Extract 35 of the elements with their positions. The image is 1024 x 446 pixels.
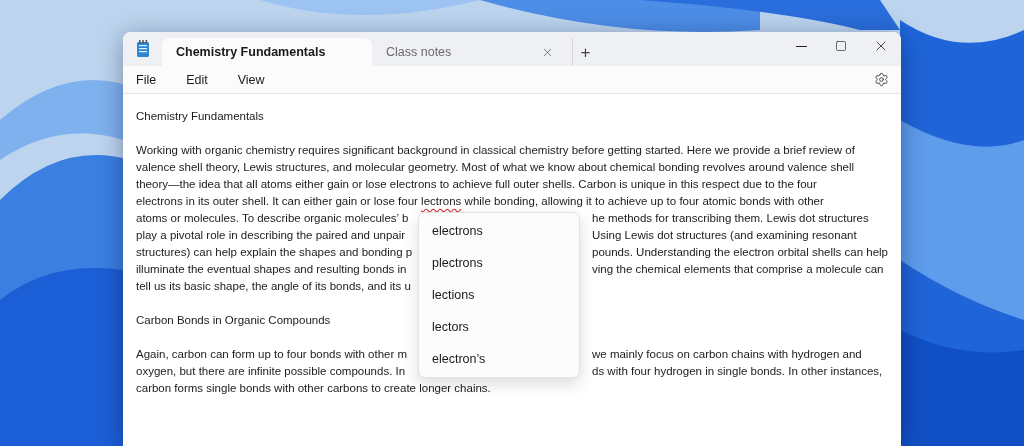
text-line: illuminate the eventual shapes and resulting bonds in bbox=[136, 262, 408, 277]
settings-button[interactable] bbox=[874, 72, 889, 87]
text-line: play a pivotal role in describing the paired and unpair bbox=[136, 228, 407, 243]
text-line: Carbon Bonds in Organic Compounds bbox=[136, 314, 331, 326]
text-line: theory—the idea that all atoms either gain or lose electrons to achieve full outer shells. Carbon is unique in this respect due to the four bbox=[136, 178, 817, 190]
suggestion-item[interactable]: electron’s bbox=[419, 343, 579, 375]
text-line: Using Lewis dot structures (and examining resonant bbox=[592, 228, 858, 243]
suggestion-item[interactable]: electrons bbox=[419, 215, 579, 247]
text-line: tell us its basic shape, the angle of its bonds, and its u bbox=[136, 279, 412, 294]
menu-item[interactable]: View bbox=[229, 68, 273, 91]
tab[interactable]: Class notes bbox=[372, 38, 562, 66]
notepad-icon bbox=[136, 40, 150, 57]
text-line: ds with four hydrogen in single bonds. In other instances, bbox=[592, 364, 884, 379]
minimize-icon bbox=[795, 45, 807, 47]
text-line: carbon forms single bonds with other carbons to create longer chains. bbox=[136, 382, 491, 394]
settings-icon bbox=[874, 72, 889, 87]
text-line: ving the chemical elements that comprise a molecule can bbox=[592, 262, 885, 277]
text-line: pounds. Understanding the electron orbital shells can help bbox=[592, 245, 889, 260]
text-line: Working with organic chemistry requires significant background in classical chemistry before getting started. Here we provide a brief review of bbox=[136, 144, 855, 156]
text-line: he methods for transcribing them. Lewis dot structures bbox=[592, 211, 870, 226]
text-line: structures) can help explain the shapes and bonding p bbox=[136, 245, 414, 260]
menu-item[interactable]: Edit bbox=[178, 68, 216, 91]
text-line: electrons in its outer shell. It can either gain or lose four lectrons while bonding, allowing it to achieve up to four atomic bonds with other bbox=[136, 195, 824, 207]
text-line: valence shell theory, Lewis structures, and molecular geometry. Most of what we know about chemical bonding revolves around valence shell bbox=[136, 161, 855, 173]
suggestion-item[interactable]: lectors bbox=[419, 311, 579, 343]
suggestion-item[interactable]: plectrons bbox=[419, 247, 579, 279]
text-line: Chemistry Fundamentals bbox=[136, 110, 264, 122]
text-line: Again, carbon can form up to four bonds with other m bbox=[136, 347, 409, 362]
maximize-icon bbox=[835, 40, 847, 52]
menu-item[interactable]: File bbox=[128, 68, 165, 91]
text-line: we mainly focus on carbon chains with hydrogen and bbox=[592, 347, 863, 362]
suggestion-item[interactable]: lections bbox=[419, 279, 579, 311]
tab[interactable]: Chemistry Fundamentals bbox=[162, 38, 372, 66]
text-line: atoms or molecules. To describe organic molecules’ b bbox=[136, 211, 410, 226]
text-line: oxygen, but there are infinite possible compounds. In bbox=[136, 364, 407, 379]
